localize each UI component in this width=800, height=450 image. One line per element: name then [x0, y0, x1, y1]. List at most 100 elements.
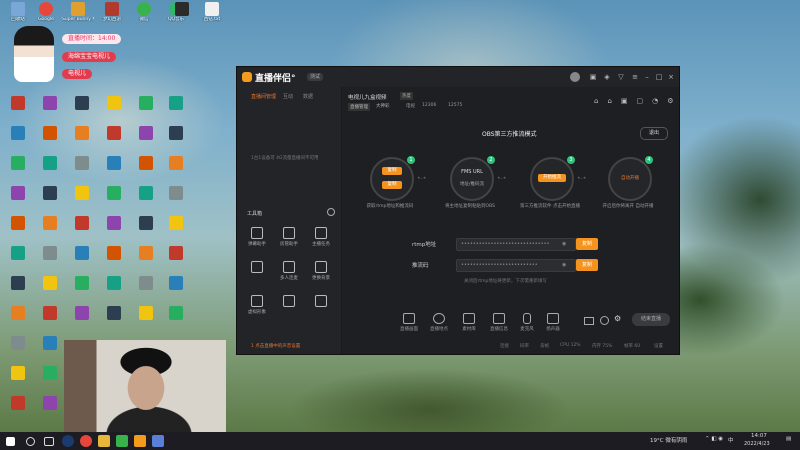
desktop-shortcut-icon[interactable] — [11, 396, 25, 410]
tab-room-manage[interactable]: 直播间管理 — [251, 93, 276, 100]
search-icon[interactable] — [26, 437, 35, 446]
desktop-shortcut-icon[interactable] — [11, 336, 25, 350]
desktop-shortcut-icon[interactable] — [169, 186, 183, 200]
input-language[interactable]: 中 — [728, 436, 734, 444]
desktop-icon-app[interactable] — [166, 2, 198, 30]
tool-screen[interactable] — [277, 295, 301, 307]
desktop-shortcut-icon[interactable] — [139, 306, 153, 320]
wechat-icon[interactable] — [116, 435, 128, 447]
desktop-shortcut-icon[interactable] — [139, 96, 153, 110]
desktop-shortcut-icon[interactable] — [43, 276, 57, 290]
settings-gear-icon[interactable]: ⚙ — [614, 314, 621, 323]
tool-mic[interactable]: 麦克风 — [516, 313, 538, 332]
record-icon[interactable] — [600, 316, 609, 325]
desktop-shortcut-icon[interactable] — [107, 246, 121, 260]
desktop-shortcut-icon[interactable] — [43, 126, 57, 140]
room-category[interactable]: 直播管理 — [348, 103, 370, 111]
desktop-shortcut-icon[interactable] — [169, 156, 183, 170]
desktop-shortcut-icon[interactable] — [43, 216, 57, 230]
desktop-shortcut-icon[interactable] — [43, 306, 57, 320]
desktop-shortcut-icon[interactable] — [43, 366, 57, 380]
desktop-shortcut-icon[interactable] — [11, 186, 25, 200]
desktop-shortcut-icon[interactable] — [139, 216, 153, 230]
step-1-copy-bottom[interactable]: 复制 — [382, 181, 402, 189]
tool-live-info[interactable]: 直播信息 — [488, 313, 510, 332]
desktop-shortcut-icon[interactable] — [11, 156, 25, 170]
eye-icon[interactable]: ◉ — [562, 241, 566, 247]
minimize-icon[interactable]: – — [643, 73, 651, 81]
tool-material[interactable]: 素材库 — [458, 313, 480, 332]
desktop-shortcut-icon[interactable] — [11, 126, 25, 140]
tool-multi-link[interactable]: 多人连麦 — [277, 261, 301, 281]
tool-location[interactable]: 直播地点 — [428, 313, 450, 332]
desktop-shortcut-icon[interactable] — [139, 186, 153, 200]
step-3-start-button[interactable]: 开始推流 — [538, 174, 566, 182]
desktop-shortcut-icon[interactable] — [11, 276, 25, 290]
shield-icon[interactable]: ◈ — [603, 73, 611, 81]
user-avatar[interactable] — [570, 72, 580, 82]
windows-start-icon[interactable] — [6, 437, 15, 446]
desktop-shortcut-icon[interactable] — [43, 186, 57, 200]
tool-speaker[interactable]: 扬声器 — [542, 313, 564, 332]
tool-danmu[interactable]: 弹幕助手 — [245, 227, 269, 247]
desktop-shortcut-icon[interactable] — [107, 186, 121, 200]
menu-icon[interactable]: ≡ — [631, 73, 639, 81]
desktop-shortcut-icon[interactable] — [11, 306, 25, 320]
camera-icon[interactable] — [584, 317, 594, 325]
desktop-shortcut-icon[interactable] — [107, 156, 121, 170]
desktop-shortcut-icon[interactable] — [75, 276, 89, 290]
tool-music[interactable] — [309, 295, 333, 307]
desktop-shortcut-icon[interactable] — [43, 156, 57, 170]
tray-icons[interactable]: ⌃ ◧ ◉ — [705, 436, 723, 442]
desktop-shortcut-icon[interactable] — [169, 216, 183, 230]
desktop-shortcut-icon[interactable] — [169, 246, 183, 260]
desktop-shortcut-icon[interactable] — [139, 126, 153, 140]
desktop-shortcut-icon[interactable] — [11, 366, 25, 380]
notification-icon[interactable]: ▤ — [786, 436, 791, 442]
desktop-shortcut-icon[interactable] — [43, 336, 57, 350]
version-badge[interactable]: 测试 — [307, 73, 324, 81]
maximize-icon[interactable]: □ — [655, 73, 663, 81]
desktop-shortcut-icon[interactable] — [139, 276, 153, 290]
desktop-shortcut-icon[interactable] — [169, 126, 183, 140]
eye-icon[interactable]: ◉ — [562, 262, 566, 268]
desktop-shortcut-icon[interactable] — [43, 96, 57, 110]
desktop-shortcut-icon[interactable] — [169, 96, 183, 110]
desktop-icon-txt[interactable]: 西钻.txt — [196, 2, 228, 30]
desktop-shortcut-icon[interactable] — [169, 276, 183, 290]
step-1-copy-top[interactable]: 复制 — [382, 167, 402, 175]
tab-interact[interactable]: 互动 — [283, 93, 293, 100]
desktop-shortcut-icon[interactable] — [11, 246, 25, 260]
live-companion-icon[interactable] — [134, 435, 146, 447]
desktop-shortcut-icon[interactable] — [107, 126, 121, 140]
rtmp-address-field[interactable]: •••••••••••••••••••••••••••••• — [456, 238, 576, 251]
close-icon[interactable]: × — [667, 73, 675, 81]
stream-key-field[interactable]: •••••••••••••••••••••••••• — [456, 259, 576, 272]
desktop-shortcut-icon[interactable] — [139, 246, 153, 260]
desktop-shortcut-icon[interactable] — [11, 96, 25, 110]
tools-settings-icon[interactable] — [327, 208, 335, 216]
gift-icon[interactable]: ▣ — [589, 73, 597, 81]
desktop-shortcut-icon[interactable] — [107, 96, 121, 110]
end-live-button[interactable]: 结束直播 — [632, 313, 670, 326]
desktop-shortcut-icon[interactable] — [11, 216, 25, 230]
tool-avatar[interactable]: 虚拟形象 — [245, 295, 269, 315]
copy-key-button[interactable]: 复制 — [576, 259, 598, 271]
window-titlebar[interactable]: 直播伴侣° 测试 ▣ ◈ ▽ ≡ – □ × — [237, 67, 679, 87]
flag-icon[interactable]: ▽ — [617, 73, 625, 81]
chrome-icon[interactable] — [80, 435, 92, 447]
weather-widget[interactable]: 19°C 微有阴雨 — [650, 436, 687, 444]
desktop-shortcut-icon[interactable] — [75, 126, 89, 140]
steam-icon[interactable] — [62, 435, 74, 447]
explorer-icon[interactable] — [98, 435, 110, 447]
desktop-shortcut-icon[interactable] — [75, 306, 89, 320]
tool-scene[interactable]: 直播画面 — [398, 313, 420, 332]
app-icon[interactable] — [152, 435, 164, 447]
tool-task[interactable]: 主播任务 — [309, 227, 333, 247]
tool-gift[interactable] — [245, 261, 269, 273]
clock-date[interactable]: 2022/4/23 — [744, 441, 770, 447]
desktop-shortcut-icon[interactable] — [75, 186, 89, 200]
desktop-shortcut-icon[interactable] — [107, 216, 121, 230]
copy-rtmp-button[interactable]: 复制 — [576, 238, 598, 250]
desktop-shortcut-icon[interactable] — [139, 156, 153, 170]
